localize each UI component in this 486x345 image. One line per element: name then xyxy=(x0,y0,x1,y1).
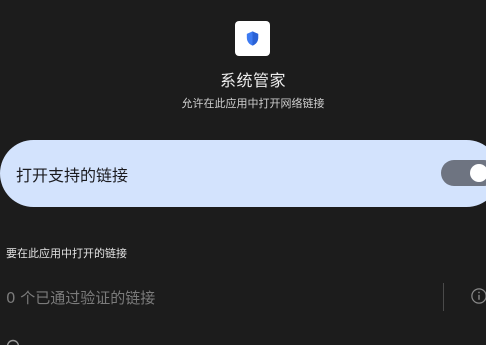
open-supported-links-label: 打开支持的链接 xyxy=(16,166,129,185)
app-link-settings-page: 系统管家 允许在此应用中打开网络链接 打开支持的链接 要在此应用中打开的链接 0… xyxy=(0,0,486,345)
info-icon[interactable] xyxy=(470,287,486,305)
row-divider xyxy=(443,283,444,311)
verified-links-item[interactable]: 0 个已通过验证的链接 xyxy=(6,287,155,308)
app-icon xyxy=(235,21,270,56)
links-section-header: 要在此应用中打开的链接 xyxy=(6,247,127,260)
link-icon xyxy=(6,338,20,345)
app-title: 系统管家 xyxy=(219,71,286,90)
app-subtitle: 允许在此应用中打开网络链接 xyxy=(181,97,325,110)
switch-thumb xyxy=(470,164,486,182)
open-supported-links-toggle-row[interactable]: 打开支持的链接 xyxy=(0,140,486,207)
shield-icon xyxy=(246,31,259,46)
